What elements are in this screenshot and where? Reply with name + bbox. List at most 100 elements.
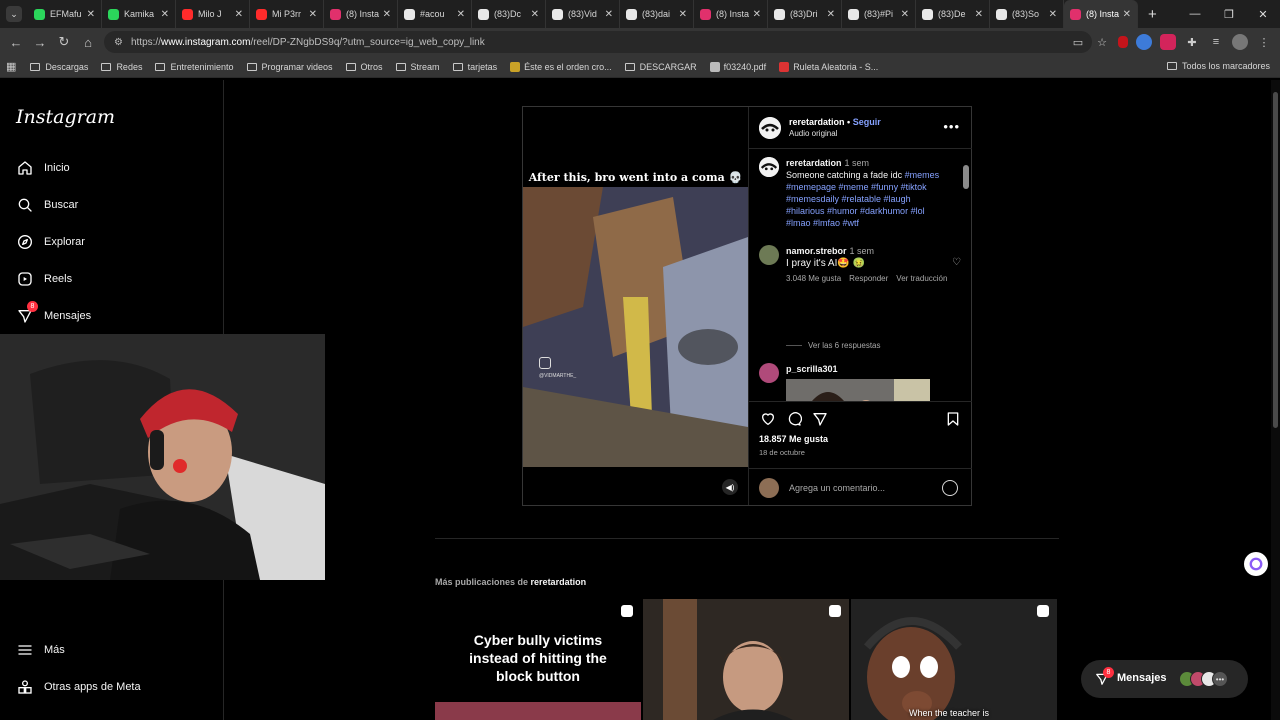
new-tab-button[interactable]: + <box>1148 6 1157 23</box>
comment-gif-image[interactable] <box>786 379 930 401</box>
author-username[interactable]: reretardation <box>789 117 845 127</box>
extensions-puzzle-icon[interactable]: ✚ <box>1184 34 1200 50</box>
home-browser-icon[interactable]: ⌂ <box>76 35 100 50</box>
nav-reels[interactable]: Reels <box>16 270 72 288</box>
view-replies[interactable]: Ver las 6 respuestas <box>786 341 880 350</box>
browser-tab[interactable]: (8) Insta ✕ <box>1064 0 1138 28</box>
browser-tab[interactable]: Mi P3rr ✕ <box>250 0 324 28</box>
tab-close-icon[interactable]: ✕ <box>309 9 317 20</box>
tab-close-icon[interactable]: ✕ <box>679 9 687 20</box>
mute-toggle-icon[interactable]: ◀) <box>722 479 738 495</box>
browser-tab[interactable]: (83)Dri ✕ <box>768 0 842 28</box>
comment2-username[interactable]: p_scrilla301 <box>786 364 838 374</box>
browser-tab[interactable]: Milo J ✕ <box>176 0 250 28</box>
tab-close-icon[interactable]: ✕ <box>457 9 465 20</box>
browser-tab[interactable]: (83)De ✕ <box>916 0 990 28</box>
post-likes-count[interactable]: 18.857 Me gusta <box>759 434 828 444</box>
bookmark-item[interactable]: Redes <box>101 62 142 72</box>
bookmark-item[interactable]: Stream <box>395 62 440 72</box>
nav-meta-apps[interactable]: Otras apps de Meta <box>16 678 141 696</box>
comment2-avatar[interactable] <box>759 363 779 383</box>
tab-close-icon[interactable]: ✕ <box>87 9 95 20</box>
page-scrollbar[interactable] <box>1271 80 1280 720</box>
nav-buscar[interactable]: Buscar <box>16 196 78 214</box>
author-avatar[interactable] <box>759 117 781 139</box>
profile-avatar-icon[interactable] <box>1232 34 1248 50</box>
bookmark-item[interactable]: Entretenimiento <box>155 62 234 72</box>
more-options-icon[interactable]: ••• <box>943 119 960 134</box>
emoji-icon[interactable] <box>942 480 958 496</box>
comment-likes[interactable]: 3.048 Me gusta <box>786 274 841 283</box>
media-icon[interactable]: ≡ <box>1208 34 1224 50</box>
bookmark-item[interactable]: Programar videos <box>246 62 333 72</box>
back-icon[interactable]: ← <box>4 35 28 50</box>
cast-icon[interactable]: ▭ <box>1070 34 1086 50</box>
bookmark-item[interactable]: Otros <box>345 62 383 72</box>
page-scroll-thumb[interactable] <box>1273 92 1278 428</box>
bookmark-item[interactable]: Descargas <box>30 62 88 72</box>
tab-close-icon[interactable]: ✕ <box>753 9 761 20</box>
browser-tab[interactable]: (83)So ✕ <box>990 0 1064 28</box>
meta-ai-icon[interactable] <box>1244 552 1268 576</box>
translate-button[interactable]: Ver traducción <box>896 274 947 283</box>
more-post-thumb-2[interactable] <box>643 599 849 720</box>
caption-avatar[interactable] <box>759 157 779 177</box>
bookmark-item[interactable]: f03240.pdf <box>709 61 766 72</box>
tab-close-icon[interactable]: ✕ <box>235 9 243 20</box>
nav-explorar[interactable]: Explorar <box>16 233 85 251</box>
audio-link[interactable]: Audio original <box>789 129 837 138</box>
bookmark-item[interactable]: Ruleta Aleatoria - S... <box>779 61 878 72</box>
caption-username[interactable]: reretardation <box>786 158 842 168</box>
save-bookmark-icon[interactable] <box>944 410 962 428</box>
messages-pill[interactable]: 8 Mensajes ••• <box>1081 660 1248 698</box>
tab-close-icon[interactable]: ✕ <box>975 9 983 20</box>
comments-scrollbar[interactable] <box>963 153 969 399</box>
bookmark-item[interactable]: DESCARGAR <box>624 62 697 72</box>
comments-scroll-thumb[interactable] <box>963 165 969 189</box>
tab-close-icon[interactable]: ✕ <box>1123 9 1131 20</box>
comment-avatar[interactable] <box>759 245 779 265</box>
maximize-button[interactable]: ❐ <box>1212 0 1246 28</box>
more-post-thumb-3[interactable]: When the teacher is <box>851 599 1057 720</box>
browser-tab[interactable]: (83)dai ✕ <box>620 0 694 28</box>
browser-tab[interactable]: (83)Vid ✕ <box>546 0 620 28</box>
browser-tab[interactable]: EFMafu ✕ <box>28 0 102 28</box>
more-posts-user[interactable]: reretardation <box>531 577 587 587</box>
instagram-logo[interactable]: Instagram <box>16 106 115 128</box>
comment-like-heart-icon[interactable]: ♡ <box>952 257 961 268</box>
extension-pink-icon[interactable] <box>1160 34 1176 50</box>
extension-translate-icon[interactable] <box>1136 34 1152 50</box>
share-send-icon[interactable] <box>811 410 829 428</box>
browser-tab[interactable]: (8) Insta ✕ <box>324 0 398 28</box>
tab-close-icon[interactable]: ✕ <box>531 9 539 20</box>
more-post-thumb-1[interactable]: Cyber bully victims instead of hitting t… <box>435 599 641 720</box>
nav-mensajes[interactable]: 8 Mensajes <box>16 301 91 325</box>
browser-tab[interactable]: #acou ✕ <box>398 0 472 28</box>
tab-close-icon[interactable]: ✕ <box>901 9 909 20</box>
browser-menu-icon[interactable]: ⋮ <box>1256 34 1272 50</box>
minimize-button[interactable]: — <box>1178 0 1212 28</box>
comment-input[interactable]: Agrega un comentario... <box>789 483 885 493</box>
reel-video[interactable]: After this, bro went into a coma 💀 @VIDM… <box>523 107 748 505</box>
tab-close-icon[interactable]: ✕ <box>1049 9 1057 20</box>
bookmark-item[interactable]: Éste es el orden cro... <box>510 61 612 72</box>
comment-bubble-icon[interactable] <box>785 410 803 428</box>
forward-icon[interactable]: → <box>28 35 52 50</box>
extension-red-icon[interactable] <box>1118 36 1128 48</box>
all-bookmarks[interactable]: Todos los marcadores <box>1166 61 1270 71</box>
follow-button[interactable]: Seguir <box>853 117 881 127</box>
browser-tab[interactable]: Kamika ✕ <box>102 0 176 28</box>
reload-icon[interactable]: ↻ <box>52 34 76 50</box>
nav-mas[interactable]: Más <box>16 641 65 659</box>
close-window-button[interactable]: ✕ <box>1246 0 1280 28</box>
browser-tab[interactable]: (83)Dc ✕ <box>472 0 546 28</box>
reply-button[interactable]: Responder <box>849 274 888 283</box>
bookmark-item[interactable]: tarjetas <box>452 62 497 72</box>
tab-close-icon[interactable]: ✕ <box>827 9 835 20</box>
tab-close-icon[interactable]: ✕ <box>383 9 391 20</box>
browser-tab[interactable]: (83)#Pi ✕ <box>842 0 916 28</box>
site-info-icon[interactable]: ⚙ <box>114 37 123 48</box>
like-heart-icon[interactable] <box>759 410 777 428</box>
comment-username[interactable]: namor.strebor <box>786 246 847 256</box>
apps-grid-icon[interactable]: ▦ <box>6 60 16 73</box>
